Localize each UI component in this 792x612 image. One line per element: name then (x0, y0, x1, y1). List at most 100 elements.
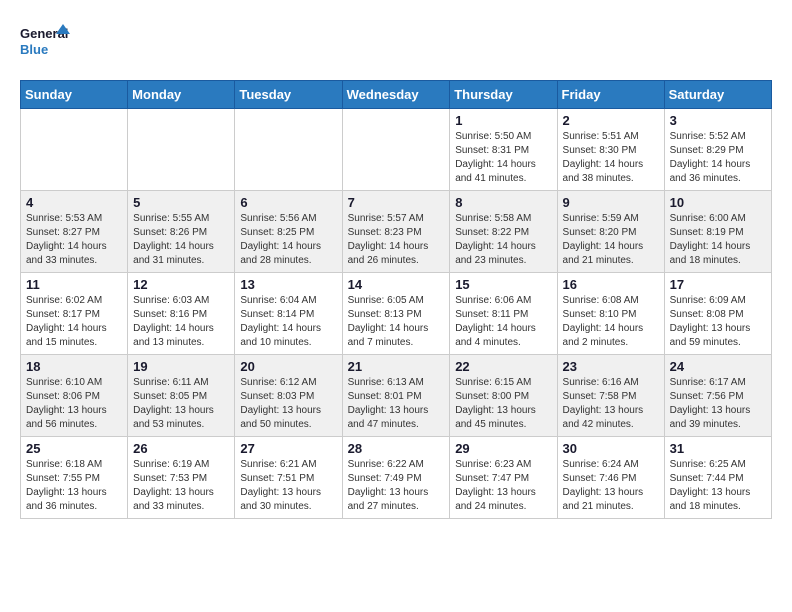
calendar-cell: 27 Sunrise: 6:21 AM Sunset: 7:51 PM Dayli… (235, 437, 342, 519)
calendar-cell: 24 Sunrise: 6:17 AM Sunset: 7:56 PM Dayli… (664, 355, 771, 437)
day-info: Sunrise: 6:22 AM Sunset: 7:49 PM Dayligh… (348, 458, 445, 514)
calendar-cell (235, 109, 342, 191)
calendar-cell: 6 Sunrise: 5:56 AM Sunset: 8:25 PM Daylig… (235, 191, 342, 273)
day-info: Sunrise: 5:50 AM Sunset: 8:31 PM Dayligh… (455, 130, 551, 186)
calendar-cell: 13 Sunrise: 6:04 AM Sunset: 8:14 PM Dayli… (235, 273, 342, 355)
day-info: Sunrise: 5:57 AM Sunset: 8:23 PM Dayligh… (348, 212, 445, 268)
day-number: 20 (240, 359, 336, 374)
day-number: 18 (26, 359, 122, 374)
calendar-cell: 17 Sunrise: 6:09 AM Sunset: 8:08 PM Dayli… (664, 273, 771, 355)
calendar-cell: 9 Sunrise: 5:59 AM Sunset: 8:20 PM Daylig… (557, 191, 664, 273)
calendar-table: SundayMondayTuesdayWednesdayThursdayFrid… (20, 80, 772, 519)
day-info: Sunrise: 6:02 AM Sunset: 8:17 PM Dayligh… (26, 294, 122, 350)
calendar-week-3: 11 Sunrise: 6:02 AM Sunset: 8:17 PM Dayli… (21, 273, 772, 355)
day-number: 22 (455, 359, 551, 374)
day-info: Sunrise: 6:04 AM Sunset: 8:14 PM Dayligh… (240, 294, 336, 350)
day-info: Sunrise: 6:00 AM Sunset: 8:19 PM Dayligh… (670, 212, 766, 268)
day-info: Sunrise: 6:24 AM Sunset: 7:46 PM Dayligh… (563, 458, 659, 514)
day-info: Sunrise: 5:51 AM Sunset: 8:30 PM Dayligh… (563, 130, 659, 186)
day-number: 29 (455, 441, 551, 456)
day-number: 17 (670, 277, 766, 292)
calendar-cell: 28 Sunrise: 6:22 AM Sunset: 7:49 PM Dayli… (342, 437, 450, 519)
day-number: 31 (670, 441, 766, 456)
day-number: 12 (133, 277, 229, 292)
weekday-header-sunday: Sunday (21, 81, 128, 109)
day-info: Sunrise: 6:09 AM Sunset: 8:08 PM Dayligh… (670, 294, 766, 350)
weekday-header-thursday: Thursday (450, 81, 557, 109)
day-info: Sunrise: 5:59 AM Sunset: 8:20 PM Dayligh… (563, 212, 659, 268)
calendar-cell: 15 Sunrise: 6:06 AM Sunset: 8:11 PM Dayli… (450, 273, 557, 355)
calendar-cell: 23 Sunrise: 6:16 AM Sunset: 7:58 PM Dayli… (557, 355, 664, 437)
day-info: Sunrise: 6:13 AM Sunset: 8:01 PM Dayligh… (348, 376, 445, 432)
weekday-header-friday: Friday (557, 81, 664, 109)
day-number: 13 (240, 277, 336, 292)
day-number: 26 (133, 441, 229, 456)
day-number: 19 (133, 359, 229, 374)
day-number: 5 (133, 195, 229, 210)
day-number: 23 (563, 359, 659, 374)
day-info: Sunrise: 6:05 AM Sunset: 8:13 PM Dayligh… (348, 294, 445, 350)
calendar-cell: 14 Sunrise: 6:05 AM Sunset: 8:13 PM Dayli… (342, 273, 450, 355)
calendar-cell: 22 Sunrise: 6:15 AM Sunset: 8:00 PM Dayli… (450, 355, 557, 437)
day-info: Sunrise: 5:58 AM Sunset: 8:22 PM Dayligh… (455, 212, 551, 268)
logo: General Blue (20, 20, 70, 64)
day-number: 11 (26, 277, 122, 292)
day-number: 25 (26, 441, 122, 456)
calendar-cell: 7 Sunrise: 5:57 AM Sunset: 8:23 PM Daylig… (342, 191, 450, 273)
day-info: Sunrise: 6:19 AM Sunset: 7:53 PM Dayligh… (133, 458, 229, 514)
calendar-cell: 29 Sunrise: 6:23 AM Sunset: 7:47 PM Dayli… (450, 437, 557, 519)
svg-text:Blue: Blue (20, 42, 48, 57)
day-info: Sunrise: 5:53 AM Sunset: 8:27 PM Dayligh… (26, 212, 122, 268)
calendar-cell (128, 109, 235, 191)
day-number: 6 (240, 195, 336, 210)
calendar-cell: 1Sunrise: 5:50 AM Sunset: 8:31 PM Daylig… (450, 109, 557, 191)
calendar-cell: 3Sunrise: 5:52 AM Sunset: 8:29 PM Daylig… (664, 109, 771, 191)
day-number: 24 (670, 359, 766, 374)
page-header: General Blue (20, 20, 772, 64)
calendar-cell: 18 Sunrise: 6:10 AM Sunset: 8:06 PM Dayli… (21, 355, 128, 437)
calendar-week-5: 25 Sunrise: 6:18 AM Sunset: 7:55 PM Dayli… (21, 437, 772, 519)
day-number: 9 (563, 195, 659, 210)
calendar-week-2: 4 Sunrise: 5:53 AM Sunset: 8:27 PM Daylig… (21, 191, 772, 273)
calendar-cell: 12 Sunrise: 6:03 AM Sunset: 8:16 PM Dayli… (128, 273, 235, 355)
day-info: Sunrise: 6:23 AM Sunset: 7:47 PM Dayligh… (455, 458, 551, 514)
calendar-cell: 30Sunrise: 6:24 AM Sunset: 7:46 PM Dayli… (557, 437, 664, 519)
day-info: Sunrise: 6:21 AM Sunset: 7:51 PM Dayligh… (240, 458, 336, 514)
day-number: 27 (240, 441, 336, 456)
calendar-cell (342, 109, 450, 191)
day-number: 15 (455, 277, 551, 292)
day-number: 3 (670, 113, 766, 128)
weekday-header-saturday: Saturday (664, 81, 771, 109)
calendar-cell: 16Sunrise: 6:08 AM Sunset: 8:10 PM Dayli… (557, 273, 664, 355)
calendar-cell: 4 Sunrise: 5:53 AM Sunset: 8:27 PM Daylig… (21, 191, 128, 273)
day-info: Sunrise: 6:15 AM Sunset: 8:00 PM Dayligh… (455, 376, 551, 432)
day-info: Sunrise: 6:03 AM Sunset: 8:16 PM Dayligh… (133, 294, 229, 350)
day-number: 2 (563, 113, 659, 128)
day-info: Sunrise: 6:11 AM Sunset: 8:05 PM Dayligh… (133, 376, 229, 432)
day-number: 10 (670, 195, 766, 210)
day-info: Sunrise: 6:08 AM Sunset: 8:10 PM Dayligh… (563, 294, 659, 350)
calendar-cell: 10 Sunrise: 6:00 AM Sunset: 8:19 PM Dayli… (664, 191, 771, 273)
calendar-cell (21, 109, 128, 191)
day-number: 14 (348, 277, 445, 292)
day-info: Sunrise: 6:16 AM Sunset: 7:58 PM Dayligh… (563, 376, 659, 432)
day-number: 4 (26, 195, 122, 210)
calendar-cell: 21Sunrise: 6:13 AM Sunset: 8:01 PM Dayli… (342, 355, 450, 437)
day-info: Sunrise: 6:06 AM Sunset: 8:11 PM Dayligh… (455, 294, 551, 350)
day-info: Sunrise: 6:17 AM Sunset: 7:56 PM Dayligh… (670, 376, 766, 432)
weekday-header-monday: Monday (128, 81, 235, 109)
calendar-week-4: 18 Sunrise: 6:10 AM Sunset: 8:06 PM Dayli… (21, 355, 772, 437)
day-info: Sunrise: 5:56 AM Sunset: 8:25 PM Dayligh… (240, 212, 336, 268)
day-number: 28 (348, 441, 445, 456)
calendar-cell: 5Sunrise: 5:55 AM Sunset: 8:26 PM Daylig… (128, 191, 235, 273)
calendar-week-1: 1Sunrise: 5:50 AM Sunset: 8:31 PM Daylig… (21, 109, 772, 191)
day-number: 8 (455, 195, 551, 210)
day-info: Sunrise: 6:18 AM Sunset: 7:55 PM Dayligh… (26, 458, 122, 514)
logo-svg: General Blue (20, 20, 70, 64)
day-number: 7 (348, 195, 445, 210)
day-info: Sunrise: 6:25 AM Sunset: 7:44 PM Dayligh… (670, 458, 766, 514)
day-info: Sunrise: 6:10 AM Sunset: 8:06 PM Dayligh… (26, 376, 122, 432)
calendar-cell: 20Sunrise: 6:12 AM Sunset: 8:03 PM Dayli… (235, 355, 342, 437)
calendar-cell: 31 Sunrise: 6:25 AM Sunset: 7:44 PM Dayli… (664, 437, 771, 519)
weekday-header-tuesday: Tuesday (235, 81, 342, 109)
